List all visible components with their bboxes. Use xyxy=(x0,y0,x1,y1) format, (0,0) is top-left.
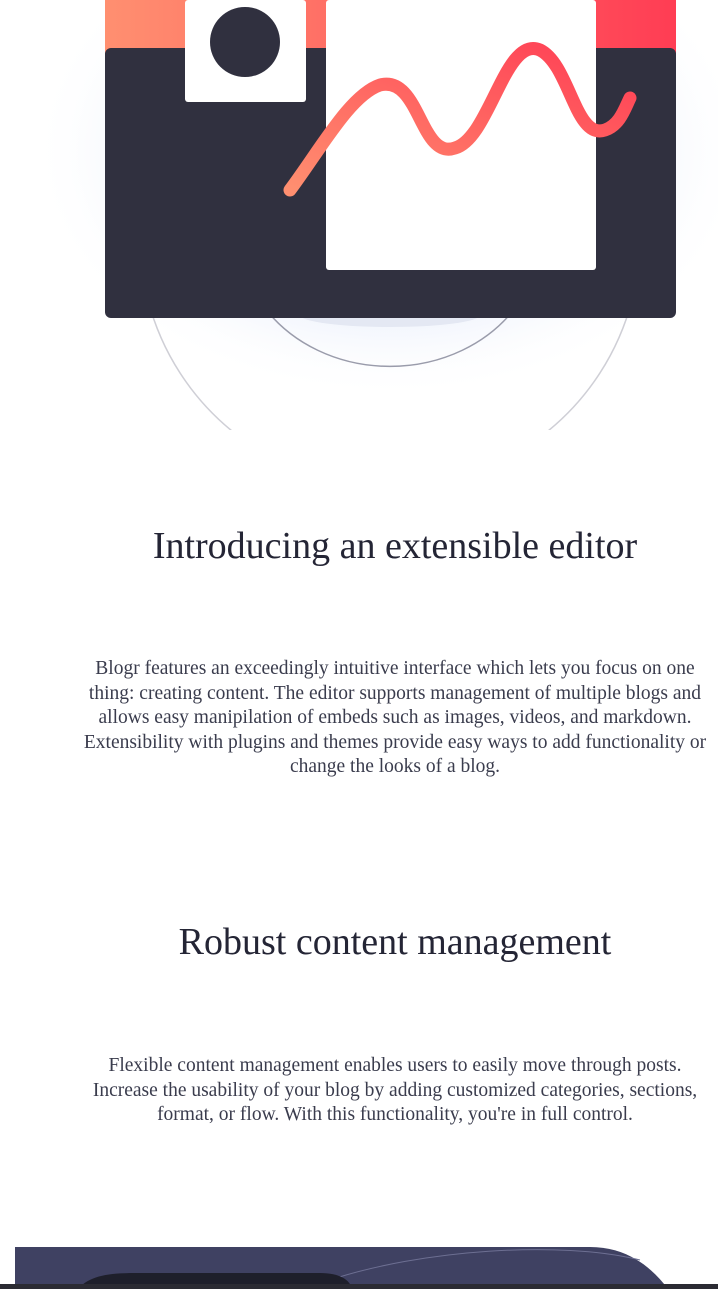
editor-section-heading: Introducing an extensible editor xyxy=(78,524,712,568)
editor-section-body: Blogr features an exceedingly intuitive … xyxy=(78,657,712,780)
section-title: Introducing an extensible editor xyxy=(152,525,638,567)
section-description: Flexible content management enables user… xyxy=(92,1055,698,1125)
content-management-heading: Robust content management xyxy=(78,920,712,964)
infrastructure-illustration xyxy=(0,1247,718,1289)
avatar xyxy=(210,7,280,77)
editor-illustration xyxy=(30,0,718,430)
section-title: Robust content management xyxy=(178,921,612,963)
bottom-bar xyxy=(0,1284,718,1289)
section-description: Blogr features an exceedingly intuitive … xyxy=(83,658,707,777)
content-management-body: Flexible content management enables user… xyxy=(78,1054,712,1128)
content-panel xyxy=(326,0,596,270)
